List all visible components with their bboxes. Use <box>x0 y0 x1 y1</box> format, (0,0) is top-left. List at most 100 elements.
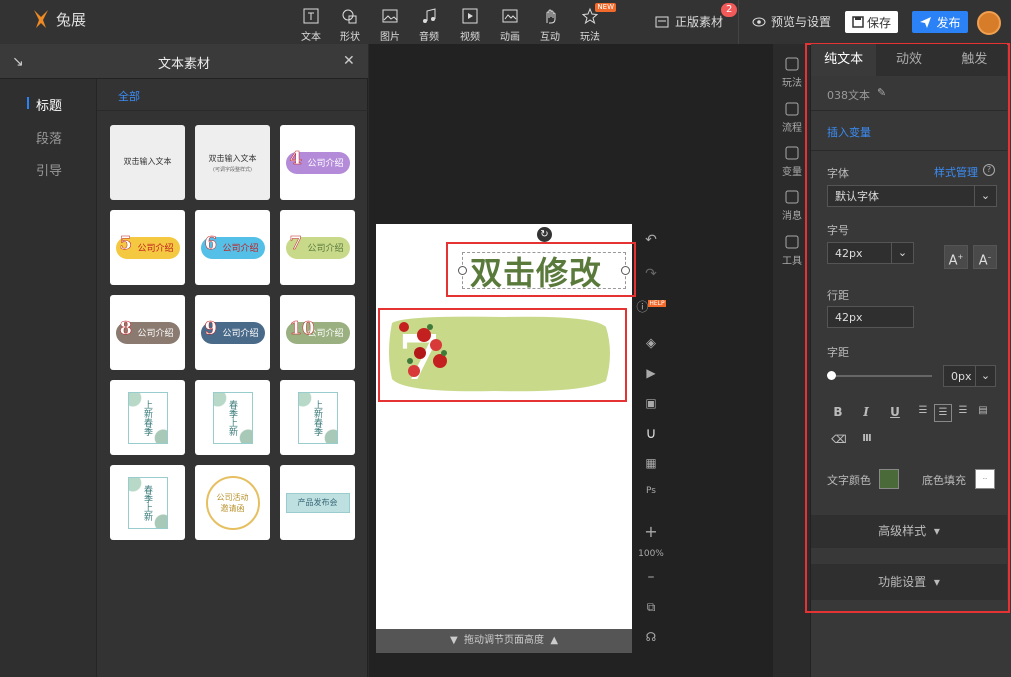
material-card[interactable]: 上新春季 <box>280 380 355 455</box>
rotate-handle-icon[interactable]: ↻ <box>537 227 552 242</box>
user-avatar[interactable] <box>977 11 1001 35</box>
selected-text-element[interactable]: 双击修改 <box>470 248 602 294</box>
tool-music[interactable]: 音频 <box>409 6 449 43</box>
app-logo[interactable]: 兔展 <box>30 8 86 30</box>
function-settings-section[interactable]: 功能设置 ▾ <box>811 564 1007 600</box>
font-select[interactable]: 默认字体 ⌄ <box>827 185 997 207</box>
material-card[interactable]: 10 公司介绍 <box>280 295 355 370</box>
style-manage-link[interactable]: 样式管理 <box>934 164 978 180</box>
material-card[interactable]: 春季上新 <box>195 380 270 455</box>
chevron-down-icon[interactable]: ⌄ <box>891 243 913 263</box>
tool-video[interactable]: 视频 <box>450 6 490 43</box>
material-card[interactable]: 7 公司介绍 <box>280 210 355 285</box>
card-pill: 9 公司介绍 <box>200 317 265 344</box>
zoom-out-icon[interactable]: – <box>636 569 666 585</box>
publish-button[interactable]: 发布 <box>912 11 968 33</box>
slider-thumb[interactable] <box>827 371 836 380</box>
resize-handle-right[interactable] <box>621 266 630 275</box>
letter-spacing-slider[interactable] <box>830 375 932 377</box>
align-center-icon[interactable]: ☰ <box>934 404 952 422</box>
align-left-icon[interactable]: ☰ <box>915 405 931 416</box>
tool-animation[interactable]: 动画 <box>490 6 530 43</box>
material-card[interactable]: 公司活动邀请函 <box>195 465 270 540</box>
redo-icon[interactable]: ↷ <box>636 266 666 282</box>
font-decrease-button[interactable]: A– <box>973 245 997 269</box>
tool-star[interactable]: 玩法 NEW <box>570 3 616 43</box>
tool-shape[interactable]: 形状 <box>330 6 370 43</box>
tab-plain-text[interactable]: 纯文本 <box>811 44 877 76</box>
material-card[interactable]: 9 公司介绍 <box>195 295 270 370</box>
tool-image[interactable]: 图片 <box>370 6 410 43</box>
bold-icon[interactable]: B <box>830 405 846 419</box>
filter-all[interactable]: 全部 <box>118 88 140 104</box>
preview-play-icon[interactable]: ⧉ <box>636 600 666 615</box>
resize-handle-left[interactable] <box>458 266 467 275</box>
save-button[interactable]: 保存 <box>845 11 898 33</box>
eraser-icon[interactable]: ⌫ <box>831 433 847 446</box>
close-icon[interactable]: ✕ <box>343 53 355 69</box>
category-guide[interactable]: 引导 <box>36 160 62 179</box>
material-card[interactable]: 双击输入文本 (可调字段整样式) <box>195 125 270 200</box>
card-text: 春季上新 <box>227 399 237 436</box>
tool-label: 视频 <box>460 32 480 43</box>
tool-hand[interactable]: 互动 <box>530 6 570 43</box>
category-title[interactable]: 标题 <box>36 95 62 114</box>
font-increase-button[interactable]: A+ <box>944 245 968 269</box>
flow-icon <box>784 101 800 117</box>
help-icon[interactable]: ⓘHELP <box>636 298 666 315</box>
headset-icon[interactable]: ☊ <box>636 630 666 644</box>
letter-spacing-select[interactable]: 0px ⌄ <box>943 365 996 387</box>
material-card[interactable]: 6 公司介绍 <box>195 210 270 285</box>
hand-icon <box>540 6 560 26</box>
licensed-material-button[interactable]: 正版素材 2 <box>655 3 738 30</box>
app-name: 兔展 <box>56 10 87 29</box>
page-height-drag-bar[interactable]: ▼ 拖动调节页面高度 ▲ <box>376 629 632 653</box>
frame-icon[interactable]: ▣ <box>636 396 666 410</box>
zoom-level: 100% <box>638 549 664 559</box>
ps-icon[interactable]: Ps <box>636 486 666 496</box>
chevron-down-icon[interactable]: ⌄ <box>974 186 996 206</box>
tool-text[interactable]: 文本 <box>291 6 331 43</box>
align-right-icon[interactable]: ☰ <box>955 405 971 416</box>
question-icon[interactable]: ? <box>983 164 995 176</box>
undo-icon[interactable]: ↶ <box>636 232 666 248</box>
text-color-swatch[interactable] <box>879 469 899 489</box>
magnet-icon[interactable]: ∪ <box>636 424 666 442</box>
tab-trigger[interactable]: 触发 <box>942 44 1007 76</box>
material-card[interactable]: 8 公司介绍 <box>110 295 185 370</box>
align-justify-icon[interactable]: ▤ <box>975 405 991 416</box>
category-paragraph[interactable]: 段落 <box>36 128 62 147</box>
insert-variable-link[interactable]: 插入变量 <box>827 124 871 140</box>
grid-icon[interactable]: ▦ <box>636 456 666 470</box>
card-pill: 10 公司介绍 <box>285 317 350 344</box>
material-card[interactable]: 4 公司介绍 <box>280 125 355 200</box>
preview-settings-button[interactable]: 预览与设置 <box>752 13 831 30</box>
material-card[interactable]: 春季上新 <box>110 465 185 540</box>
card-text: 公司活动邀请函 <box>216 492 249 513</box>
play-icon[interactable]: ▶ <box>636 366 666 380</box>
card-number: 10 <box>289 317 315 339</box>
bg-fill-swatch[interactable]: ·· <box>975 469 995 489</box>
shape-icon <box>340 6 360 26</box>
layers-icon[interactable]: ◈ <box>636 336 666 351</box>
material-card[interactable]: 双击输入文本 <box>110 125 185 200</box>
property-tabs: 纯文本 动效 触发 <box>811 44 1007 76</box>
send-icon <box>920 16 932 28</box>
italic-icon[interactable]: I <box>858 405 874 419</box>
toolbox-icon <box>784 234 800 250</box>
material-card[interactable]: 5 公司介绍 <box>110 210 185 285</box>
tab-animation[interactable]: 动效 <box>876 44 941 76</box>
advanced-style-section[interactable]: 高级样式 ▾ <box>811 515 1007 548</box>
number-title-graphic[interactable]: 7 <box>384 313 612 394</box>
chevron-down-icon[interactable]: ⌄ <box>975 366 995 386</box>
font-size-select[interactable]: 42px ⌄ <box>827 242 914 264</box>
underline-icon[interactable]: U <box>887 405 903 419</box>
active-category-indicator <box>27 97 29 109</box>
edit-pencil-icon[interactable]: ✎ <box>877 86 886 99</box>
line-height-input[interactable]: 42px <box>827 306 914 328</box>
material-card[interactable]: 产品发布会 <box>280 465 355 540</box>
material-card[interactable]: 上新春季 <box>110 380 185 455</box>
card-pill: 8 公司介绍 <box>115 317 180 344</box>
zoom-in-icon[interactable]: + <box>636 522 666 541</box>
vertical-text-icon[interactable]: Ⅲ <box>859 433 875 444</box>
